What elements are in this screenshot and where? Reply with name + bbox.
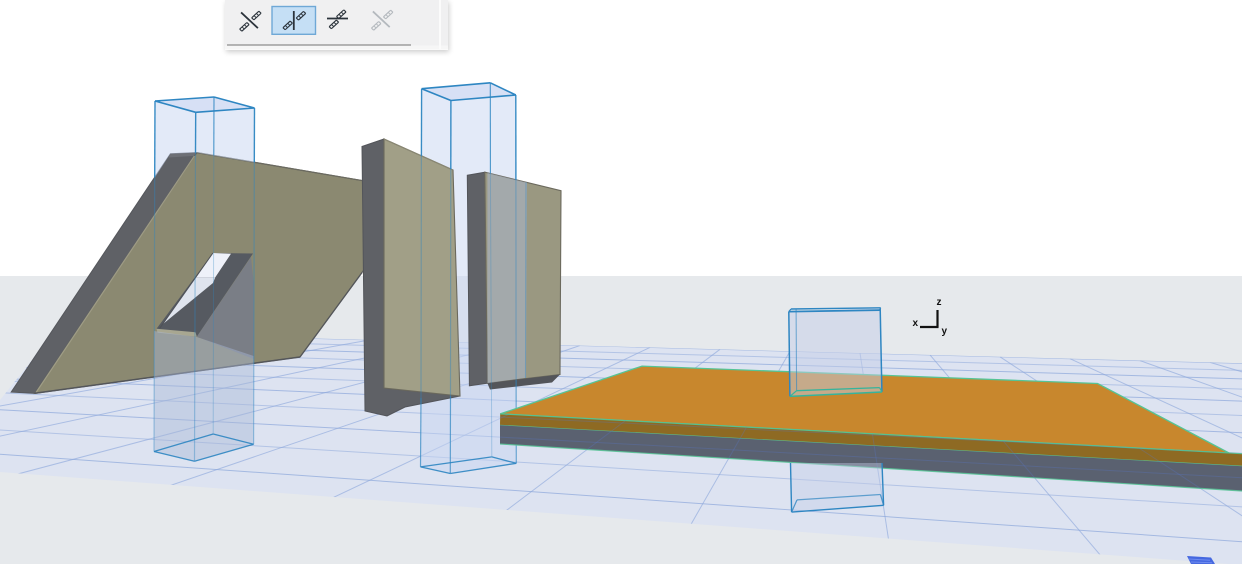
svg-text:z: z: [937, 297, 942, 308]
svg-text:y: y: [942, 326, 948, 337]
svg-text:x: x: [912, 318, 918, 329]
